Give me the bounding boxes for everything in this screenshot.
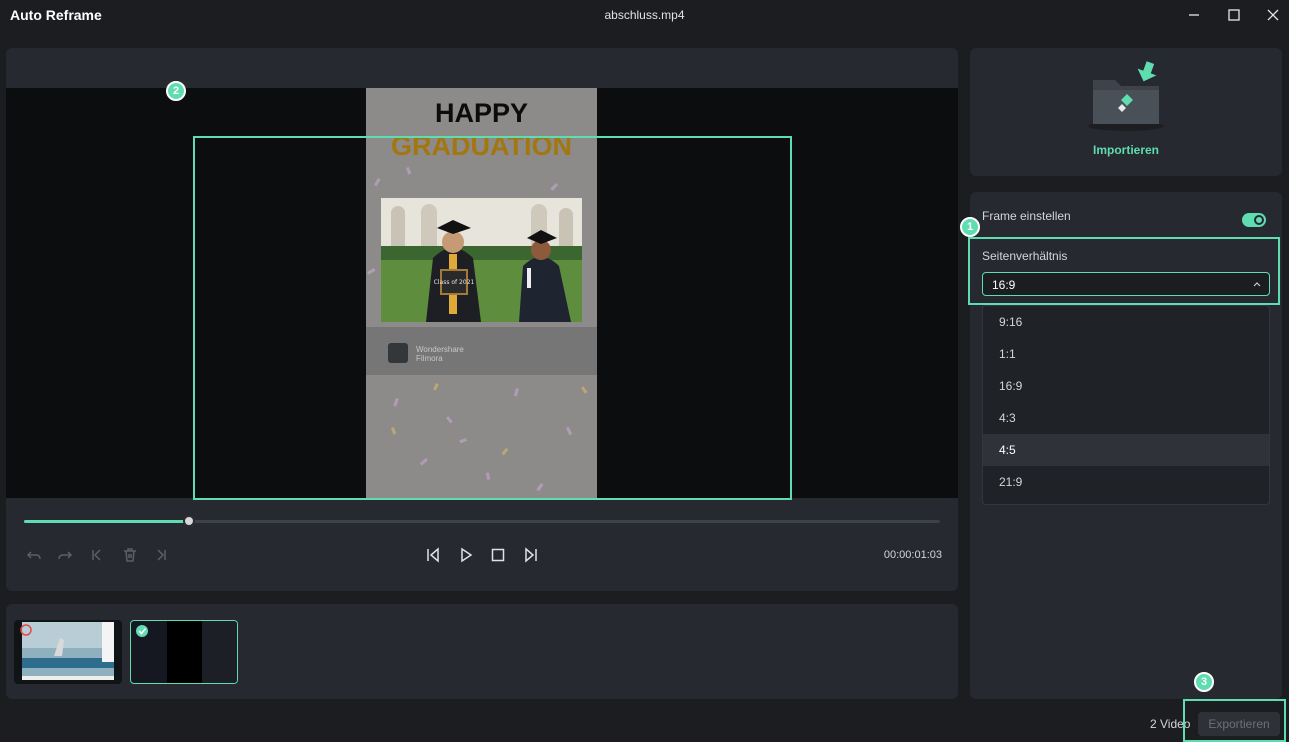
play-button[interactable] xyxy=(456,545,476,565)
mark-in-button[interactable] xyxy=(87,545,107,565)
minimize-icon xyxy=(1189,14,1199,16)
ratio-option[interactable]: 21:9 xyxy=(983,466,1269,498)
import-folder-icon xyxy=(1088,61,1164,131)
clip-thumbnail[interactable] xyxy=(130,620,238,684)
reframe-crop-box[interactable] xyxy=(193,136,792,500)
clip-2-preview xyxy=(136,621,237,683)
close-button[interactable] xyxy=(1258,4,1288,26)
ratio-option[interactable]: 1:1 xyxy=(983,338,1269,370)
step-marker-1: 1 xyxy=(960,217,980,237)
import-panel[interactable]: Importieren xyxy=(970,48,1282,176)
next-frame-button[interactable] xyxy=(521,545,541,565)
ratio-option[interactable]: 16:9 xyxy=(983,370,1269,402)
progress-bar[interactable] xyxy=(24,515,940,527)
video-preview[interactable]: HAPPY GRADUATION Class of 2021 Wondersha… xyxy=(6,88,958,500)
mark-in-icon xyxy=(92,549,101,561)
play-icon xyxy=(461,547,473,563)
export-highlight xyxy=(1183,699,1286,742)
undo-button[interactable] xyxy=(24,545,44,565)
aspect-ratio-label: Seitenverhältnis xyxy=(982,249,1068,263)
maximize-icon xyxy=(1228,9,1240,21)
chevron-up-icon xyxy=(1253,282,1261,287)
clip-1-preview xyxy=(20,622,114,680)
aspect-ratio-dropdown: 9:16 1:1 16:9 4:3 4:5 21:9 xyxy=(982,305,1270,505)
stop-icon xyxy=(491,548,505,562)
ratio-option[interactable]: 4:5 xyxy=(983,434,1269,466)
delete-button[interactable] xyxy=(120,545,140,565)
timecode: 00:00:01:03 xyxy=(883,549,942,561)
maximize-button[interactable] xyxy=(1219,4,1249,26)
redo-button[interactable] xyxy=(55,545,75,565)
stop-button[interactable] xyxy=(488,545,508,565)
title-bar: Auto Reframe abschluss.mp4 xyxy=(0,0,1289,32)
ratio-option[interactable]: 9:16 xyxy=(983,306,1269,338)
aspect-ratio-select[interactable]: 16:9 xyxy=(982,272,1270,296)
undo-icon xyxy=(26,551,41,560)
step-marker-2: 2 xyxy=(166,81,186,101)
step-marker-3: 3 xyxy=(1194,672,1214,692)
toggle-knob xyxy=(1254,215,1264,225)
trash-icon xyxy=(124,548,136,562)
frame-toggle[interactable] xyxy=(1242,213,1266,227)
redo-icon xyxy=(58,551,73,560)
ratio-option[interactable]: 4:3 xyxy=(983,402,1269,434)
mark-out-button[interactable] xyxy=(151,545,171,565)
poster-headline: HAPPY xyxy=(434,98,529,128)
clip-thumbnail[interactable] xyxy=(14,620,122,684)
previous-frame-button[interactable] xyxy=(423,545,443,565)
frame-setting-label: Frame einstellen xyxy=(982,209,1071,223)
file-title: abschluss.mp4 xyxy=(604,8,685,22)
minimize-button[interactable] xyxy=(1179,4,1209,26)
progress-fill xyxy=(24,520,189,523)
preview-panel: HAPPY GRADUATION Class of 2021 Wondersha… xyxy=(6,48,958,591)
import-label: Importieren xyxy=(1092,143,1159,157)
next-frame-icon xyxy=(525,547,537,563)
mark-out-icon xyxy=(157,549,166,561)
clip-list-panel xyxy=(6,604,958,699)
check-icon xyxy=(136,625,148,637)
settings-panel: Frame einstellen Seitenverhältnis 16:9 9… xyxy=(968,192,1282,699)
previous-frame-icon xyxy=(427,547,439,563)
progress-knob[interactable] xyxy=(182,515,195,527)
selected-ratio: 16:9 xyxy=(992,278,1016,292)
close-icon xyxy=(1267,9,1279,21)
